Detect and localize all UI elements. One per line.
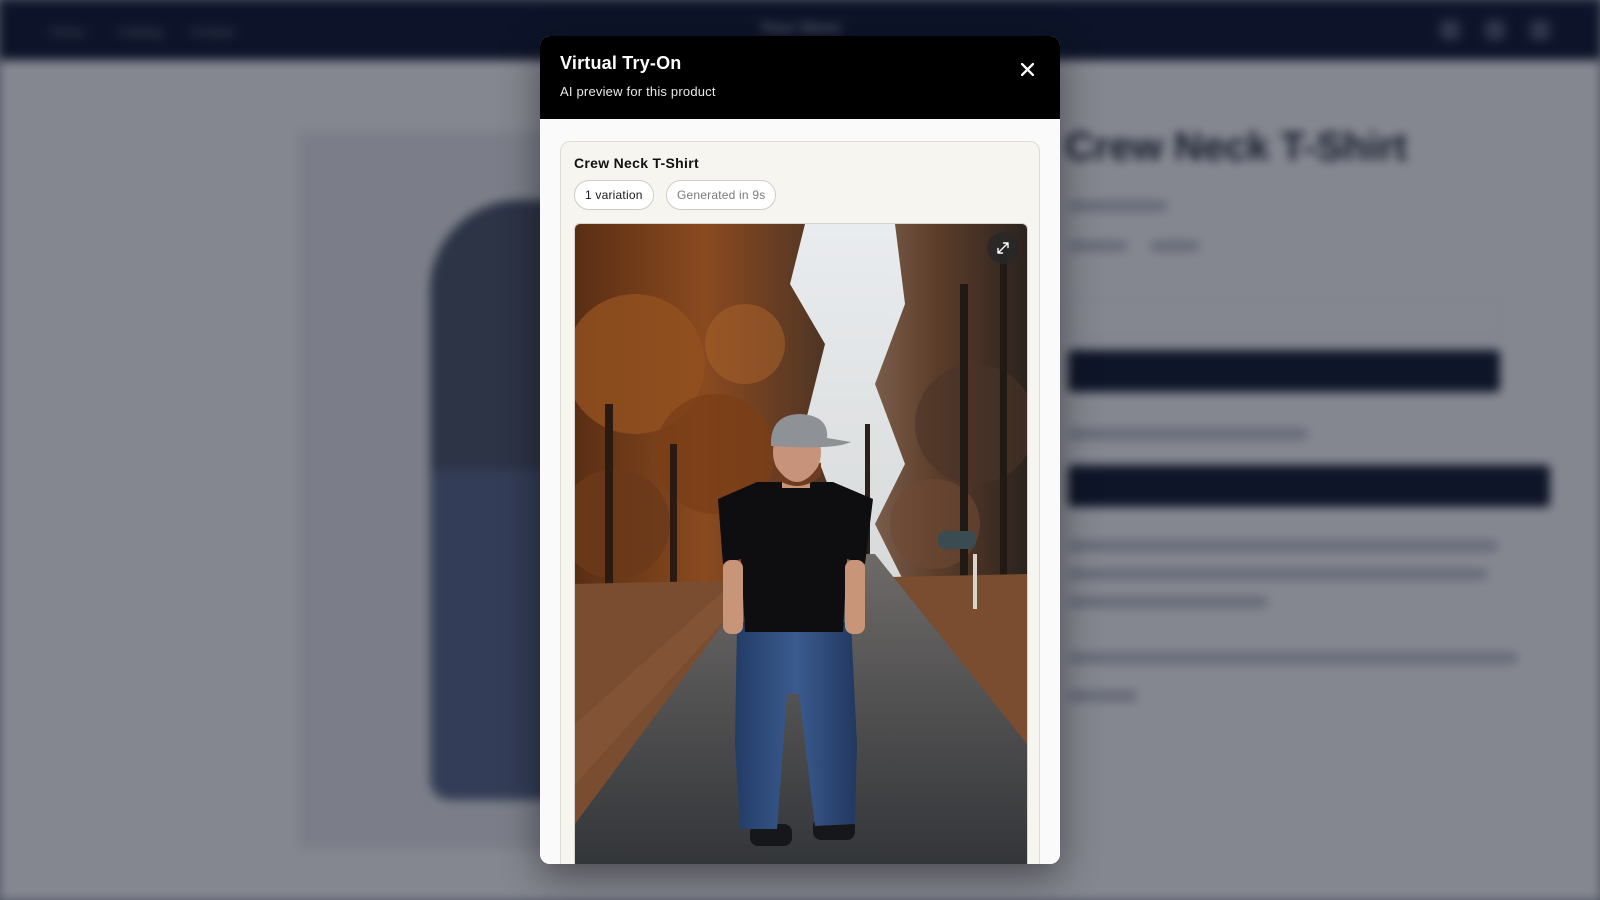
close-icon: [1020, 62, 1034, 76]
generation-time-badge: Generated in 9s: [666, 180, 777, 210]
expand-icon: [997, 242, 1009, 254]
modal-header: Virtual Try-On AI preview for this produ…: [540, 36, 1060, 119]
expand-image-button[interactable]: [987, 232, 1019, 264]
modal-title: Virtual Try-On: [560, 53, 682, 73]
try-on-image[interactable]: [574, 223, 1028, 864]
product-name: Crew Neck T-Shirt: [574, 155, 699, 171]
close-button[interactable]: [1012, 54, 1042, 84]
try-on-result-card: Crew Neck T-Shirt 1 variation Generated …: [560, 141, 1040, 864]
modal-body: Crew Neck T-Shirt 1 variation Generated …: [540, 119, 1060, 864]
try-on-photo: [575, 224, 1027, 864]
variation-count-badge: 1 variation: [574, 180, 654, 210]
virtual-try-on-modal: Virtual Try-On AI preview for this produ…: [540, 36, 1060, 864]
modal-subtitle: AI preview for this product: [560, 84, 716, 99]
